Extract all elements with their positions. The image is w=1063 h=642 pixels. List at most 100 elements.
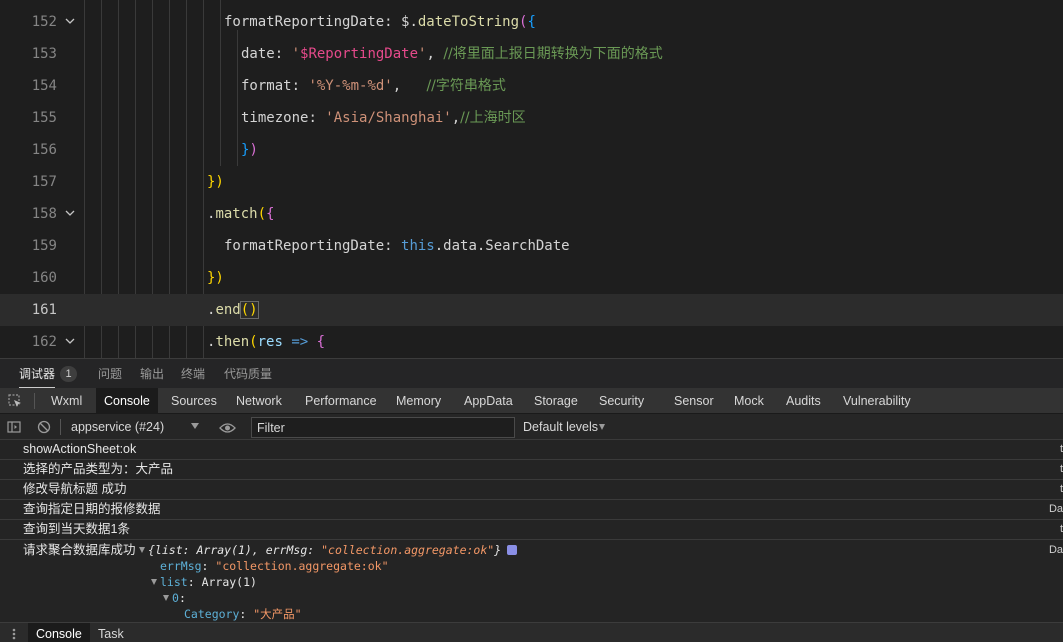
line-number: 160 — [31, 270, 57, 286]
fold-chevron-icon[interactable] — [64, 207, 76, 219]
line-number: 155 — [31, 110, 57, 126]
code-line-current[interactable]: 161 .end() — [0, 294, 1063, 326]
line-number: 153 — [31, 46, 57, 62]
line-gutter: 158 — [0, 198, 84, 230]
console-toolbar: appservice (#24) Default levels — [0, 414, 1063, 440]
code-text: }) — [207, 174, 224, 190]
console-message: 选择的产品类型为：大产品 t — [0, 460, 1063, 480]
code-text: .end() — [207, 301, 259, 319]
line-number: 156 — [31, 142, 57, 158]
tab-code-quality[interactable]: 代码质量 — [224, 359, 272, 389]
tab-memory[interactable]: Memory — [388, 388, 449, 414]
tab-audits[interactable]: Audits — [778, 388, 829, 414]
tab-sources[interactable]: Sources — [163, 388, 225, 414]
object-summary[interactable]: {list: Array(1), errMsg: "collection.agg… — [139, 542, 518, 558]
expand-triangle-icon[interactable] — [139, 547, 145, 553]
code-line[interactable]: 155 timezone: 'Asia/Shanghai',//上海时区 — [0, 102, 1063, 134]
line-number: 158 — [31, 206, 57, 222]
tab-performance[interactable]: Performance — [297, 388, 385, 414]
tab-problems[interactable]: 问题 — [98, 359, 122, 389]
tab-output[interactable]: 输出 — [140, 359, 164, 389]
info-icon[interactable] — [507, 545, 518, 555]
fold-chevron-icon[interactable] — [64, 15, 76, 27]
line-gutter: 153 — [0, 38, 84, 70]
code-editor[interactable]: 152 formatReportingDate: $.dateToString(… — [0, 0, 1063, 358]
code-line[interactable]: 154 format: '%Y-%m-%d', //字符串格式 — [0, 70, 1063, 102]
code-line[interactable]: 153 date: '$ReportingDate', //将里面上报日期转换为… — [0, 38, 1063, 70]
source-link[interactable]: Da — [1049, 500, 1063, 519]
toolbar-divider — [60, 419, 61, 435]
tab-sensor[interactable]: Sensor — [666, 388, 722, 414]
code-line[interactable]: 159 formatReportingDate: this.data.Searc… — [0, 230, 1063, 262]
tab-appdata[interactable]: AppData — [456, 388, 521, 414]
line-gutter: 160 — [0, 262, 84, 294]
code-text: }) — [207, 270, 224, 286]
expand-triangle-icon[interactable] — [151, 579, 157, 585]
object-property[interactable]: list: Array(1) — [151, 574, 257, 590]
line-number: 161 — [31, 302, 57, 318]
log-levels-dropdown[interactable]: Default levels — [523, 414, 598, 440]
tab-wxml[interactable]: Wxml — [43, 388, 90, 414]
filter-input[interactable] — [251, 417, 515, 438]
tab-mock[interactable]: Mock — [726, 388, 772, 414]
code-line[interactable]: 156 }) — [0, 134, 1063, 166]
line-gutter: 154 — [0, 70, 84, 102]
tab-network[interactable]: Network — [228, 388, 290, 414]
debugger-badge: 1 — [60, 366, 77, 382]
console-output[interactable]: showActionSheet:ok t 选择的产品类型为：大产品 t 修改导航… — [0, 440, 1063, 622]
code-text: timezone: 'Asia/Shanghai',//上海时区 — [241, 110, 526, 126]
source-link[interactable]: Da — [1049, 541, 1063, 560]
line-gutter: 162 — [0, 326, 84, 358]
chevron-down-icon[interactable] — [191, 423, 199, 429]
fold-chevron-icon[interactable] — [64, 335, 76, 347]
console-message: 查询到当天数据1条 t — [0, 520, 1063, 540]
chevron-down-icon[interactable] — [599, 424, 605, 430]
tab-terminal[interactable]: 终端 — [181, 359, 205, 389]
expand-triangle-icon[interactable] — [163, 595, 169, 601]
code-text: formatReportingDate: this.data.SearchDat… — [224, 238, 570, 254]
line-gutter: 161 — [0, 294, 84, 326]
tab-security[interactable]: Security — [591, 388, 652, 414]
tab-console[interactable]: Console — [96, 388, 158, 414]
object-property: errMsg: "collection.aggregate:ok" — [160, 559, 389, 573]
console-message-object: 请求聚合数据库成功 Da {list: Array(1), errMsg: "c… — [23, 541, 1063, 621]
eye-icon[interactable] — [219, 421, 236, 439]
sidebar-toggle-icon[interactable] — [7, 420, 21, 439]
object-property[interactable]: 0: — [163, 590, 186, 606]
tab-debugger[interactable]: 调试器 — [19, 359, 56, 389]
tab-drawer-console[interactable]: Console — [28, 623, 90, 642]
tab-drawer-task[interactable]: Task — [90, 623, 132, 642]
console-message: 查询指定日期的报修数据 Da — [0, 500, 1063, 520]
line-number: 154 — [31, 78, 57, 94]
console-message: 修改导航标题 成功 t — [0, 480, 1063, 500]
code-line[interactable]: 152 formatReportingDate: $.dateToString(… — [0, 6, 1063, 38]
inspect-element-icon[interactable] — [8, 394, 22, 413]
code-text: formatReportingDate: $.dateToString({ — [224, 14, 536, 30]
clear-console-icon[interactable] — [37, 420, 51, 439]
line-gutter: 159 — [0, 230, 84, 262]
code-line[interactable]: 158 .match({ — [0, 198, 1063, 230]
code-text: .match({ — [207, 206, 275, 222]
code-text: format: '%Y-%m-%d', //字符串格式 — [241, 78, 506, 94]
line-number: 157 — [31, 174, 57, 190]
line-gutter: 152 — [0, 6, 84, 38]
code-line[interactable]: 162 .then(res => { — [0, 326, 1063, 358]
code-line[interactable]: 160 }) — [0, 262, 1063, 294]
tab-vulnerability[interactable]: Vulnerability — [835, 388, 919, 414]
line-gutter: 156 — [0, 134, 84, 166]
code-text: .then(res => { — [207, 334, 326, 350]
more-vertical-icon[interactable] — [12, 627, 16, 642]
console-message: showActionSheet:ok t — [0, 440, 1063, 460]
line-number: 159 — [31, 238, 57, 254]
line-number: 152 — [31, 14, 57, 30]
line-number: 162 — [31, 334, 57, 350]
drawer-tabs: Console Task — [0, 622, 1063, 642]
object-property: Category: "大产品" — [184, 607, 302, 621]
code-text: }) — [241, 142, 258, 158]
code-text: date: '$ReportingDate', //将里面上报日期转换为下面的格… — [241, 46, 663, 62]
line-gutter: 157 — [0, 166, 84, 198]
tab-storage[interactable]: Storage — [526, 388, 586, 414]
code-line[interactable]: 157 }) — [0, 166, 1063, 198]
bottom-panel-tabs: 调试器 1 问题 输出 终端 代码质量 — [0, 358, 1063, 389]
context-selector[interactable]: appservice (#24) — [71, 414, 164, 440]
